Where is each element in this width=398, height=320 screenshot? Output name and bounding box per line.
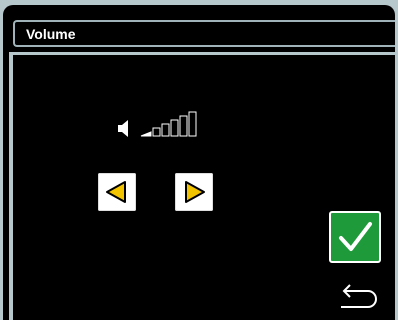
- volume-bar-1: [140, 131, 152, 137]
- title-bar: Volume: [13, 20, 395, 47]
- volume-bar-6: [188, 111, 197, 137]
- page-title: Volume: [26, 26, 76, 42]
- volume-bar-4: [170, 119, 179, 137]
- speaker-icon: [118, 120, 128, 137]
- content-frame-left: [9, 52, 13, 320]
- volume-level-indicator: [115, 110, 210, 142]
- volume-bar-2: [152, 127, 161, 137]
- confirm-button[interactable]: [329, 211, 381, 263]
- back-button[interactable]: [336, 281, 382, 311]
- return-arrow-icon: [341, 284, 377, 308]
- volume-decrease-button[interactable]: [98, 173, 136, 211]
- content-frame-top: [9, 52, 395, 55]
- triangle-right-icon: [185, 181, 205, 203]
- volume-bar-3: [161, 123, 170, 137]
- volume-bars: [140, 111, 197, 137]
- triangle-left-icon: [106, 181, 126, 203]
- volume-bar-5: [179, 115, 188, 137]
- check-icon: [339, 222, 372, 251]
- volume-increase-button[interactable]: [175, 173, 213, 211]
